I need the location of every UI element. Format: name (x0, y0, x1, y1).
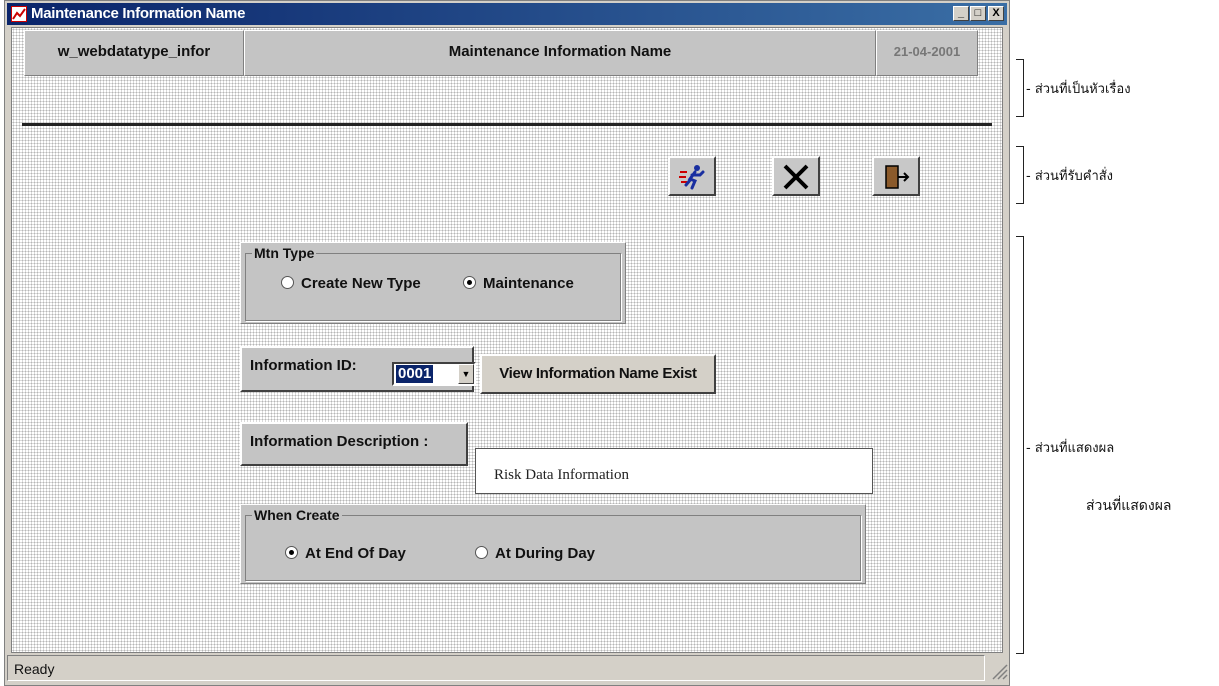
form-title: Maintenance Information Name (244, 30, 876, 76)
radio-maintenance[interactable]: Maintenance (463, 275, 574, 292)
maximize-button[interactable]: □ (970, 6, 986, 21)
resize-grip-icon[interactable] (987, 655, 1009, 681)
form-id-label: w_webdatatype_infor (24, 30, 244, 76)
radio-at-during-day[interactable]: At During Day (475, 545, 595, 562)
mtn-type-label: Mtn Type (252, 245, 317, 261)
dropdown-arrow-icon[interactable]: ▼ (458, 364, 474, 384)
radio-button-selected[interactable] (285, 546, 298, 559)
information-id-dropdown[interactable]: 0001 ▼ (392, 362, 476, 386)
exit-door-icon (885, 165, 910, 189)
radio-create-new-type[interactable]: Create New Type (281, 275, 421, 292)
radio-button-selected[interactable] (463, 276, 476, 289)
title-bar[interactable]: Maintenance Information Name _ □ X (7, 3, 1007, 25)
window-title: Maintenance Information Name (31, 5, 246, 22)
mtn-type-panel: Mtn Type Create New Type Maintenance (240, 242, 626, 324)
command-section-annotation: - ส่วนที่รับคำสั่ง (1026, 169, 1114, 184)
information-description-field[interactable]: Risk Data Information (475, 448, 873, 494)
when-create-label: When Create (252, 507, 342, 523)
header-divider (22, 123, 992, 126)
close-button[interactable]: X (988, 6, 1004, 21)
command-section-bracket (1016, 146, 1024, 204)
application-window: Maintenance Information Name _ □ X w_web… (4, 0, 1010, 686)
information-id-value: 0001 (396, 365, 434, 383)
display-section-caption: ส่วนที่แสดงผล (1086, 498, 1172, 514)
radio-button[interactable] (475, 546, 488, 559)
running-man-icon (679, 165, 705, 190)
radio-at-end-of-day[interactable]: At End Of Day (285, 545, 406, 562)
view-information-name-exist-button[interactable]: View Information Name Exist (480, 354, 716, 394)
minimize-button[interactable]: _ (953, 6, 969, 21)
information-description-label: Information Description : (240, 422, 468, 466)
cross-icon (783, 164, 809, 190)
date-label: 21-04-2001 (876, 30, 978, 76)
display-section-bracket (1016, 236, 1024, 654)
header-section-bracket (1016, 59, 1024, 117)
when-create-panel: When Create At End Of Day At During Day (240, 504, 866, 584)
cancel-button[interactable] (772, 156, 820, 196)
app-icon (11, 6, 27, 22)
radio-button[interactable] (281, 276, 294, 289)
run-button[interactable] (668, 156, 716, 196)
display-section-annotation: - ส่วนที่แสดงผล (1026, 441, 1115, 456)
form-content: w_webdatatype_infor Maintenance Informat… (11, 27, 1003, 653)
header-section-annotation: - ส่วนที่เป็นหัวเรื่อง (1026, 82, 1131, 97)
status-bar: Ready (7, 655, 985, 681)
exit-button[interactable] (872, 156, 920, 196)
